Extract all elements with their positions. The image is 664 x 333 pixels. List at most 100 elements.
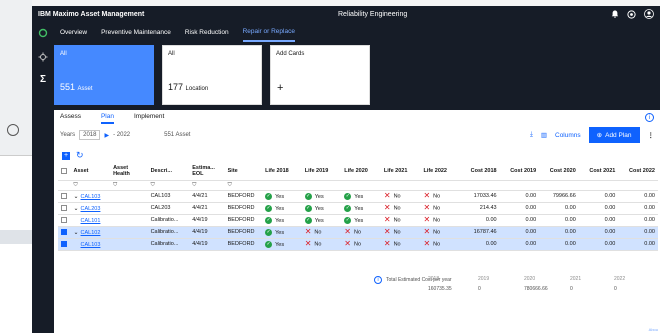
summary-value: 0 [478,286,481,292]
table-row[interactable]: ⌄ CAL102 Calibratio... 4/4/19 BEDFORD ✓ Yes ✕ No… [58,226,658,239]
download-icon[interactable]: ⤓ [530,131,533,139]
info-icon[interactable]: i [645,113,654,122]
refresh-icon[interactable]: ↻ [76,150,84,161]
columns-button[interactable]: Columns [555,132,581,139]
filter-icon[interactable]: ⛉ [70,180,111,191]
column-header[interactable]: Life 2018 [262,162,302,181]
column-header[interactable]: Cost 2022 [618,162,658,181]
tab-implement[interactable]: Implement [134,113,164,124]
column-header[interactable]: Life 2020 [341,162,381,181]
column-header[interactable]: Estima... EOL [189,162,225,181]
column-header[interactable]: Site [224,162,263,181]
column-header[interactable]: Life 2022 [420,162,461,181]
user-avatar-icon[interactable] [644,9,654,19]
column-header[interactable]: Descri... [147,162,190,181]
chevron-down-icon[interactable]: ⌄ [74,206,79,212]
row-checkbox[interactable] [61,192,67,199]
maximo-app-window: IBM Maximo Asset Management Reliability … [32,6,660,333]
cost-cell: 0.00 [539,214,579,227]
asset-link[interactable]: CAL101 [81,218,101,224]
asset-link[interactable]: CAL203 [81,206,101,212]
table-row[interactable]: ⌄ CAL203 CAL203 4/4/21 BEDFORD ✓ Yes ✓ Yes ✓ Yes ✕ N… [58,202,658,215]
row-select-cell[interactable] [58,238,71,251]
select-all-checkbox[interactable] [61,167,67,174]
sigma-icon[interactable]: Σ [36,72,50,86]
about-link[interactable]: Abou [649,327,658,332]
life-cell: ✕ No [420,226,461,239]
row-checkbox[interactable] [61,228,67,235]
asset-cell[interactable]: ⌄CAL103 [70,238,111,251]
table-row[interactable]: ⌄CAL101Calibratio...4/4/19BEDFORD✓Yes✓Ye… [58,214,658,227]
select-all-header[interactable] [58,162,71,181]
column-header[interactable]: Cost 2018 [460,162,500,181]
plan-table: Asset Asset Health Descri... Estima... E… [58,162,658,251]
asset-cell[interactable]: ⌄CAL101 [70,214,111,227]
chevron-down-icon[interactable]: ⌄ [74,230,79,236]
row-select-cell[interactable] [58,214,71,227]
cost-cell: 0.00 [618,214,658,227]
column-header[interactable]: Life 2019 [301,162,342,181]
year-from-select[interactable]: 2018 [79,130,101,140]
asset-link[interactable]: CAL103 [81,194,101,200]
x-icon: ✕ [423,227,431,236]
checkmark-icon: ✓ [344,204,352,212]
column-header[interactable]: Cost 2021 [578,162,619,181]
plan-icon[interactable] [36,26,50,40]
cost-cell: 17033.46 [460,190,500,203]
background-user-icon [7,124,19,136]
tab-overview[interactable]: Overview [60,23,87,41]
asset-link[interactable]: CAL103 [81,242,101,248]
column-header[interactable]: Cost 2019 [499,162,540,181]
row-select-cell[interactable] [58,226,71,239]
filter-icon[interactable]: ⛉ [147,180,190,191]
card-all-assets[interactable]: All 551 Asset [54,45,154,105]
asset-cell[interactable]: ⌄ CAL102 [70,226,111,239]
chevron-down-icon[interactable]: ⌄ [74,194,79,200]
card-value: 551 Asset [60,82,93,92]
settings-icon[interactable] [627,9,636,19]
cost-cell: 79966.66 [539,190,579,203]
asset-cell[interactable]: ⌄ CAL203 [70,202,111,215]
tab-repair-or-replace[interactable]: Repair or Replace [242,22,295,42]
filter-icon[interactable]: ⛉ [110,180,148,191]
column-header[interactable]: Life 2021 [380,162,421,181]
cost-cell: 16787.46 [460,226,500,239]
tab-preventive-maintenance[interactable]: Preventive Maintenance [101,23,171,41]
add-row-icon[interactable]: + [62,151,70,160]
summary-year: 2019 [478,276,490,282]
background-bar [0,230,32,244]
asset-cell[interactable]: ⌄CAL103 [70,190,111,203]
card-add-cards[interactable]: Add Cards + [270,45,370,105]
x-icon: ✕ [304,239,312,248]
row-checkbox[interactable] [61,204,67,211]
overflow-menu-icon[interactable]: ⋮ [648,131,655,139]
play-icon[interactable]: ▶ [104,132,109,139]
tab-plan[interactable]: Plan [100,113,114,124]
row-checkbox[interactable] [61,216,67,223]
column-header[interactable]: Asset Health [110,162,148,181]
tab-assess[interactable]: Assess [60,113,81,124]
tab-risk-reduction[interactable]: Risk Reduction [185,23,229,41]
info-icon[interactable]: i [374,276,382,284]
life-cell: ✕ No [341,238,381,251]
chart-icon[interactable]: ▥ [541,131,547,139]
row-checkbox[interactable] [61,240,67,247]
gear-icon[interactable] [36,50,50,64]
table-row[interactable]: ⌄ CAL103 CAL103 4/4/21 BEDFORD ✓ Yes ✓ Yes ✓ Yes ✕ N… [58,190,658,203]
app-brand: IBM Maximo Asset Management [38,10,145,18]
cost-cell: 0.00 [499,214,540,227]
asset-link[interactable]: CAL102 [81,230,101,236]
filter-icon[interactable]: ⛉ [224,180,263,191]
column-header[interactable]: Asset [70,162,111,181]
column-header[interactable]: Cost 2020 [539,162,579,181]
life-cell: ✕ No [301,238,342,251]
row-select-cell[interactable] [58,190,71,203]
table-row[interactable]: ⌄CAL103Calibratio...4/4/19BEDFORD✓Yes✕No… [58,238,658,251]
add-plan-button[interactable]: ⊕ Add Plan [588,127,640,143]
eol-cell: 4/4/19 [189,238,225,251]
bell-icon[interactable] [611,10,619,18]
card-all-locations[interactable]: All 177 Location [162,45,262,105]
row-select-cell[interactable] [58,202,71,215]
site-cell: BEDFORD [224,214,263,227]
filter-icon[interactable]: ⛉ [189,180,225,191]
